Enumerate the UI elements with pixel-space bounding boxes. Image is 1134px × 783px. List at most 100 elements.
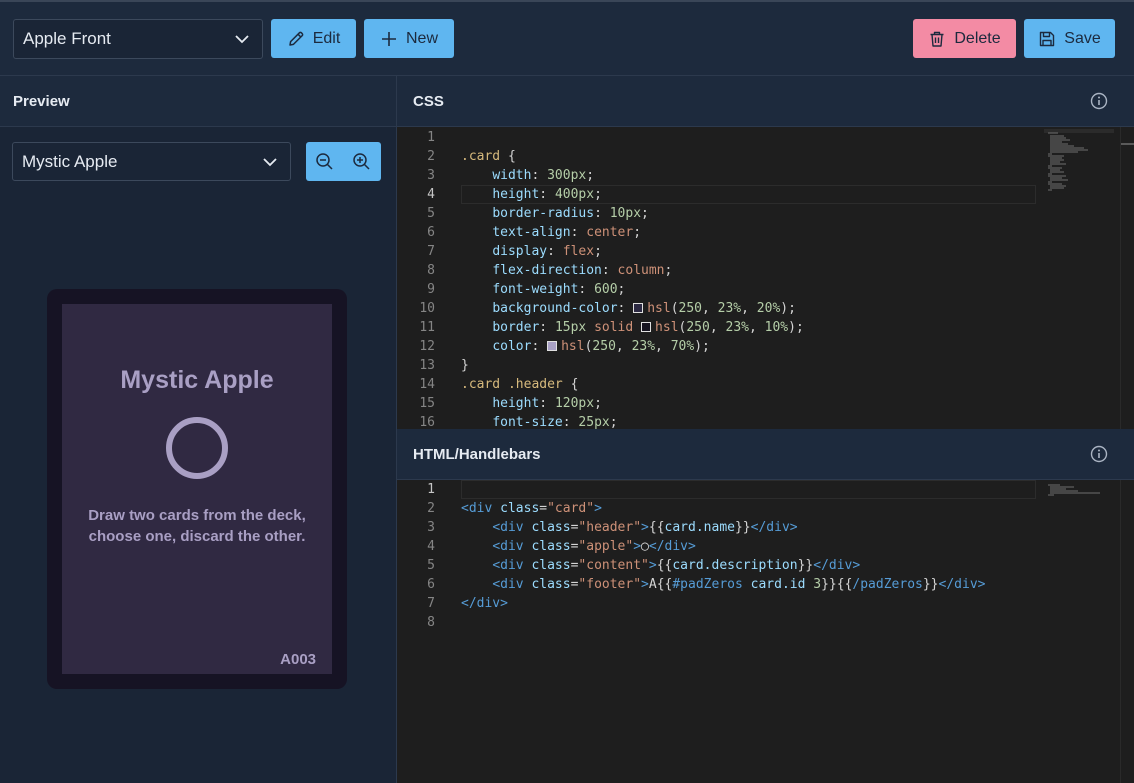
card-body: Mystic Apple Draw two cards from the dec…	[62, 304, 332, 674]
code-text: flex-direction: column;	[492, 263, 673, 278]
code-text: .card {	[461, 149, 516, 164]
template-select[interactable]: Apple Front	[13, 19, 263, 59]
code-line: 8	[397, 613, 1134, 632]
info-icon[interactable]	[1090, 92, 1108, 110]
line-number: 12	[419, 339, 435, 354]
code-line: 10 background-color: hsl(250, 23%, 20%);	[397, 299, 1134, 318]
html-minimap[interactable]	[1044, 482, 1114, 552]
card-select[interactable]: Mystic Apple	[12, 142, 291, 181]
line-number: 15	[419, 396, 435, 411]
line-number: 7	[427, 596, 435, 611]
line-number: 5	[427, 206, 435, 221]
html-code-editor[interactable]: 1 2 <div class="card"> 3 <div class="head…	[397, 480, 1134, 783]
code-text: font-weight: 600;	[492, 282, 626, 297]
code-line: 5 <div class="content">{{card.descriptio…	[397, 556, 1134, 575]
code-line: 4 <div class="apple">◯</div>	[397, 537, 1134, 556]
line-number: 7	[427, 244, 435, 259]
zoom-out-icon	[316, 153, 333, 170]
code-line-active: 1	[397, 480, 1134, 499]
floppy-disk-icon	[1040, 31, 1055, 46]
code-text: }	[461, 358, 469, 373]
line-number: 3	[427, 168, 435, 183]
code-text: height: 400px;	[492, 187, 602, 202]
chevron-down-icon	[235, 35, 249, 44]
template-select-value: Apple Front	[23, 29, 111, 48]
code-text: display: flex;	[492, 244, 602, 259]
color-swatch[interactable]	[547, 341, 558, 351]
code-text: height: 120px;	[492, 396, 602, 411]
code-line: 3 <div class="header">{{card.name}}</div…	[397, 518, 1134, 537]
code-text: width: 300px;	[492, 168, 595, 183]
line-number: 9	[427, 282, 435, 297]
code-line: 7 display: flex;	[397, 242, 1134, 261]
line-number: 2	[427, 149, 435, 164]
code-text: font-size: 25px;	[492, 415, 618, 429]
code-text: <div class="apple">◯</div>	[492, 539, 696, 554]
code-line: 7 </div>	[397, 594, 1134, 613]
code-line: 8 flex-direction: column;	[397, 261, 1134, 280]
code-line: 13}	[397, 356, 1134, 375]
edit-button[interactable]: Edit	[271, 19, 356, 58]
code-text: </div>	[461, 596, 508, 611]
line-number: 6	[427, 225, 435, 240]
code-line: 5 border-radius: 10px;	[397, 204, 1134, 223]
plus-icon	[381, 31, 396, 46]
html-editor-panel: HTML/Handlebars 1 2 <div class="card"> 3 …	[397, 429, 1134, 783]
chevron-down-icon	[263, 157, 277, 166]
line-number: 1	[427, 482, 435, 497]
css-minimap[interactable]	[1044, 129, 1114, 199]
code-text: color: hsl(250, 23%, 70%);	[492, 339, 710, 354]
line-number: 5	[427, 558, 435, 573]
line-number: 13	[419, 358, 435, 373]
edit-button-label: Edit	[312, 29, 341, 47]
zoom-out-button[interactable]	[306, 142, 343, 181]
code-text: border: 15px solid hsl(250, 23%, 10%);	[492, 320, 804, 335]
card-header: Mystic Apple	[120, 366, 274, 394]
code-line: 9 font-weight: 600;	[397, 280, 1134, 299]
line-number: 8	[427, 263, 435, 278]
preview-panel: Preview Mystic Apple Mystic Apple Draw t…	[0, 76, 397, 783]
apple-circle-icon	[166, 417, 228, 479]
line-number: 10	[419, 301, 435, 316]
code-text: background-color: hsl(250, 23%, 20%);	[492, 301, 796, 316]
code-text: .card .header {	[461, 377, 579, 392]
card-preview: Mystic Apple Draw two cards from the dec…	[47, 289, 347, 689]
code-text: text-align: center;	[492, 225, 642, 240]
preview-title: Preview	[13, 92, 70, 110]
line-number: 8	[427, 615, 435, 630]
code-text: <div class="card">	[461, 501, 602, 516]
card-select-value: Mystic Apple	[22, 151, 118, 171]
new-button-label: New	[405, 29, 438, 47]
color-swatch[interactable]	[641, 322, 652, 332]
trash-icon	[930, 31, 944, 47]
code-line: 12 color: hsl(250, 23%, 70%);	[397, 337, 1134, 356]
code-line: 15 height: 120px;	[397, 394, 1134, 413]
pencil-icon	[288, 31, 304, 46]
toolbar: Apple Front Edit New Delete Save	[0, 2, 1134, 76]
code-line: 11 border: 15px solid hsl(250, 23%, 10%)…	[397, 318, 1134, 337]
code-line: 6 text-align: center;	[397, 223, 1134, 242]
css-scrollbar[interactable]	[1120, 127, 1134, 429]
new-button[interactable]: New	[364, 19, 454, 58]
line-number: 14	[419, 377, 435, 392]
save-button[interactable]: Save	[1024, 19, 1115, 58]
code-text: <div class="header">{{card.name}}</div>	[492, 520, 798, 535]
line-number: 1	[427, 130, 435, 145]
line-number: 4	[427, 539, 435, 554]
html-scrollbar[interactable]	[1120, 480, 1134, 783]
line-number: 4	[427, 187, 435, 202]
preview-header: Preview	[0, 76, 396, 127]
code-line: 16 font-size: 25px;	[397, 413, 1134, 429]
code-line: 1	[397, 128, 1134, 147]
code-text: <div class="content">{{card.description}…	[492, 558, 861, 573]
delete-button-label: Delete	[954, 29, 1001, 47]
code-line: 2 .card {	[397, 147, 1134, 166]
zoom-in-button[interactable]	[343, 142, 380, 181]
code-text: border-radius: 10px;	[492, 206, 649, 221]
info-icon[interactable]	[1090, 445, 1108, 463]
code-line: 14 .card .header {	[397, 375, 1134, 394]
code-line: 3 width: 300px;	[397, 166, 1134, 185]
css-code-editor[interactable]: 1 2 .card { 3 width: 300px; 4 height: 400…	[397, 127, 1134, 429]
color-swatch[interactable]	[633, 303, 644, 313]
delete-button[interactable]: Delete	[913, 19, 1016, 58]
